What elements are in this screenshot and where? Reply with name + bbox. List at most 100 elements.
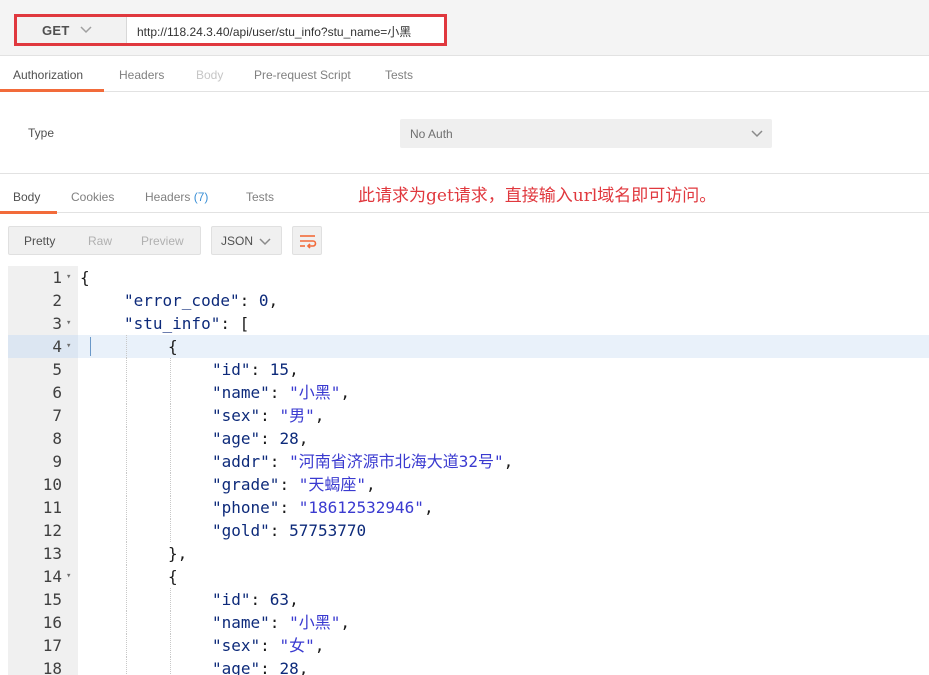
line-number: 1 — [52, 268, 62, 287]
code-token: "name" — [212, 613, 270, 632]
gutter-cell: 13 — [8, 542, 78, 565]
line-number: 14 — [42, 567, 62, 586]
tab-cookies[interactable]: Cookies — [71, 190, 114, 204]
annotation-text: 此请求为get请求，直接输入url域名即可访问。 — [358, 186, 717, 206]
indent-guide — [126, 335, 127, 358]
wrap-lines-button[interactable] — [292, 226, 322, 255]
gutter-cell: 14 ▾ — [8, 565, 78, 588]
request-bar: GET http://118.24.3.40/api/user/stu_info… — [0, 0, 929, 56]
code-token: "phone" — [212, 498, 280, 517]
code-line: 11 "phone": "18612532946", — [8, 496, 929, 519]
code-token: , — [298, 429, 309, 448]
indent-guide — [170, 519, 171, 542]
code-token: : — [260, 659, 280, 675]
indent-guide — [126, 565, 127, 588]
line-number: 9 — [52, 452, 62, 471]
language-label: JSON — [221, 234, 254, 248]
fold-toggle-icon[interactable]: ▾ — [66, 312, 71, 335]
code-line: 3 ▾ "stu_info": [ — [8, 312, 929, 335]
code-token: , — [503, 452, 514, 471]
tab-pre-request-script[interactable]: Pre-request Script — [254, 68, 351, 82]
indent-guide — [126, 634, 127, 657]
gutter-cell: 7 — [8, 404, 78, 427]
chevron-down-icon — [751, 130, 763, 138]
line-number: 13 — [42, 544, 62, 563]
gutter-cell: 18 — [8, 657, 78, 675]
tab-authorization[interactable]: Authorization — [13, 68, 83, 82]
indent-guide — [170, 657, 171, 675]
tab-response-body[interactable]: Body — [13, 190, 40, 204]
fold-toggle-icon[interactable]: ▾ — [66, 266, 71, 289]
code-text: "addr": "河南省济源市北海大道32号", — [212, 450, 513, 473]
code-text: "error_code": 0, — [124, 289, 278, 312]
code-token: }, — [168, 544, 188, 563]
fold-toggle-icon[interactable]: ▾ — [66, 335, 71, 358]
tab-headers[interactable]: Headers — [119, 68, 164, 82]
line-number: 15 — [42, 590, 62, 609]
gutter-cell: 6 — [8, 381, 78, 404]
preview-button[interactable]: Preview — [141, 234, 184, 248]
code-token: , — [423, 498, 434, 517]
auth-type-select[interactable]: No Auth — [400, 119, 772, 148]
code-token: "sex" — [212, 406, 261, 425]
indent-guide — [170, 427, 171, 450]
code-token: "河南省济源市北海大道32号" — [289, 452, 504, 471]
fold-toggle-icon[interactable]: ▾ — [66, 565, 71, 588]
code-text: "sex": "女", — [212, 634, 324, 657]
indent-guide — [170, 473, 171, 496]
code-text: { — [168, 565, 178, 588]
code-token: , — [340, 383, 350, 402]
line-number: 2 — [52, 291, 62, 310]
code-line: 14 ▾ { — [8, 565, 929, 588]
code-token: "小黑" — [289, 383, 341, 402]
gutter-cell: 1 ▾ — [8, 266, 78, 289]
code-token: "addr" — [212, 452, 270, 471]
indent-guide — [126, 542, 127, 565]
code-token: "stu_info" — [124, 314, 221, 333]
chevron-down-icon — [259, 238, 271, 246]
tab-response-headers[interactable]: Headers (7) — [145, 190, 208, 204]
code-text: "id": 63, — [212, 588, 299, 611]
code-token: { — [168, 567, 178, 586]
response-body-editor[interactable]: 1 ▾{2 "error_code": 0, 3 ▾ "stu_info": [4 ▾{5 "… — [8, 266, 929, 675]
gutter-cell: 9 — [8, 450, 78, 473]
code-line: 5 "id": 15, — [8, 358, 929, 381]
code-token: : — [260, 406, 280, 425]
indent-guide — [170, 588, 171, 611]
code-line: 12 "gold": 57753770 — [8, 519, 929, 542]
code-text: "name": "小黑", — [212, 381, 350, 404]
code-token: "error_code" — [124, 291, 240, 310]
code-token: "id" — [212, 590, 251, 609]
tab-response-tests[interactable]: Tests — [246, 190, 274, 204]
pretty-button[interactable]: Pretty — [24, 234, 55, 248]
method-select[interactable]: GET — [17, 17, 127, 43]
indent-guide — [170, 450, 171, 473]
line-number: 16 — [42, 613, 62, 632]
code-token: { — [80, 268, 90, 287]
line-number: 12 — [42, 521, 62, 540]
gutter-cell: 12 — [8, 519, 78, 542]
code-line: 4 ▾ { — [8, 335, 929, 358]
tab-body[interactable]: Body — [196, 68, 223, 82]
code-token: , — [314, 406, 325, 425]
wrap-lines-icon — [300, 235, 317, 249]
gutter-cell: 17 — [8, 634, 78, 657]
language-select[interactable]: JSON — [211, 226, 282, 255]
code-text: "grade": "天蝎座", — [212, 473, 376, 496]
code-line: 10 "grade": "天蝎座", — [8, 473, 929, 496]
url-input[interactable]: http://118.24.3.40/api/user/stu_info?stu… — [137, 23, 411, 40]
code-token: 57753770 — [289, 521, 367, 540]
indent-guide — [170, 611, 171, 634]
code-line: 16 "name": "小黑", — [8, 611, 929, 634]
code-token: : — [269, 521, 290, 540]
raw-button[interactable]: Raw — [88, 234, 112, 248]
code-token: : — [279, 498, 299, 517]
code-token: : — [269, 452, 290, 471]
tab-tests[interactable]: Tests — [385, 68, 413, 82]
gutter-cell: 4 ▾ — [8, 335, 78, 358]
indent-guide — [126, 496, 127, 519]
line-number: 11 — [42, 498, 62, 517]
code-token: , — [314, 636, 325, 655]
indent-guide — [126, 473, 127, 496]
line-number: 3 — [52, 314, 62, 333]
